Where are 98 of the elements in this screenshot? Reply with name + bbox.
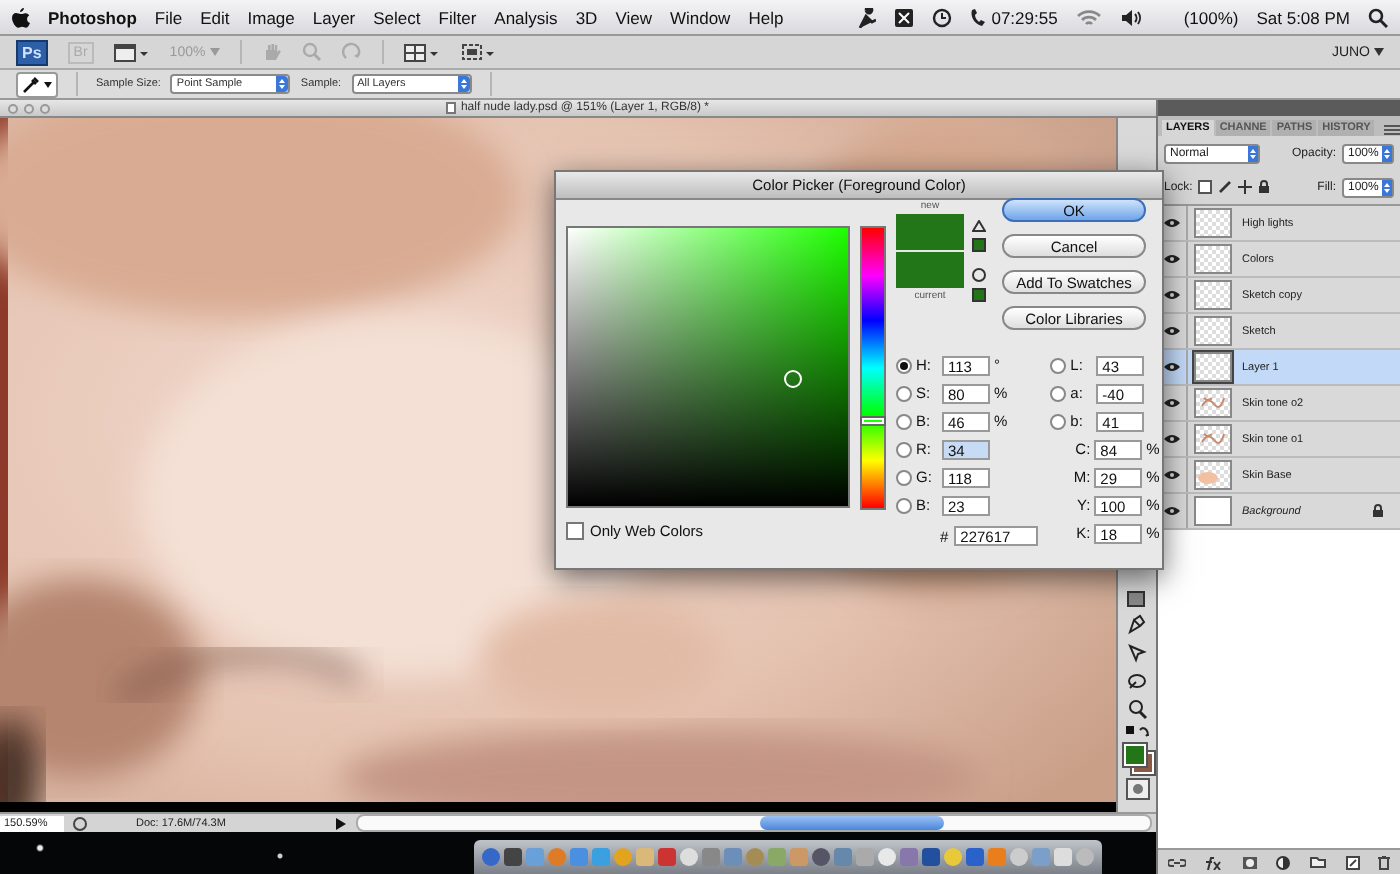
link-icon[interactable] xyxy=(1167,857,1186,867)
screen-mode-icon[interactable] xyxy=(113,42,150,62)
folder-icon[interactable] xyxy=(1310,856,1327,868)
eye-icon[interactable] xyxy=(1164,506,1180,516)
pen-tool-icon[interactable] xyxy=(1126,614,1148,636)
layer-thumbnail xyxy=(1194,460,1232,490)
layer-thumbnail xyxy=(1194,280,1232,310)
layer-thumbnail xyxy=(1194,244,1232,274)
radio-button[interactable] xyxy=(1050,413,1067,429)
adjustment-icon[interactable] xyxy=(1276,855,1291,869)
dropdown-arrow-icon[interactable] xyxy=(1382,145,1392,161)
layer-thumbnail xyxy=(1194,352,1232,382)
radio-button[interactable] xyxy=(1050,385,1067,401)
dropdown-arrow-icon[interactable] xyxy=(1382,179,1392,195)
eye-icon[interactable] xyxy=(1164,362,1180,372)
hue-slider[interactable] xyxy=(860,226,886,510)
menu-item[interactable]: Edit xyxy=(200,7,230,27)
layer-thumbnail xyxy=(1194,208,1232,238)
clock: 07:29:55 xyxy=(991,7,1058,27)
panel-menu-icon[interactable] xyxy=(1384,124,1400,136)
refresh-icon[interactable] xyxy=(72,815,88,831)
trash-icon[interactable] xyxy=(1378,855,1391,869)
path-selection-icon[interactable] xyxy=(1126,642,1148,664)
web-safe-icon[interactable] xyxy=(972,268,986,282)
new-color-swatch xyxy=(896,214,964,250)
radio-button[interactable] xyxy=(896,441,912,457)
menu-item[interactable]: Filter xyxy=(438,7,477,27)
wifi-icon[interactable] xyxy=(1075,7,1102,27)
menu-item[interactable]: 3D xyxy=(575,7,598,27)
eye-icon[interactable] xyxy=(1164,218,1180,228)
document-icon xyxy=(446,102,457,114)
dropdown-arrow-icon[interactable] xyxy=(1248,145,1258,161)
fx-icon[interactable] xyxy=(1204,855,1223,869)
lock-move-icon[interactable] xyxy=(1238,180,1253,194)
eye-icon[interactable] xyxy=(1164,470,1180,480)
checkbox[interactable] xyxy=(566,522,584,540)
quick-mask-icon[interactable] xyxy=(1125,778,1149,800)
web-color-swatch[interactable] xyxy=(972,288,986,302)
eye-icon[interactable] xyxy=(1164,398,1180,408)
color-field[interactable] xyxy=(566,226,850,508)
date-time[interactable]: Sat 5:08 PM xyxy=(1256,7,1350,27)
horizontal-scrollbar[interactable] xyxy=(356,814,1152,832)
menu-item[interactable]: File xyxy=(154,7,183,27)
current-color-swatch[interactable] xyxy=(896,252,964,288)
menu-item[interactable]: Layer xyxy=(312,7,356,27)
ps-logo[interactable]: Ps xyxy=(16,39,48,65)
caret-icon[interactable] xyxy=(1374,48,1384,56)
color-selector[interactable] xyxy=(784,370,802,389)
eye-icon[interactable] xyxy=(1164,326,1180,336)
apple-icon[interactable] xyxy=(12,7,30,27)
tool-preset-picker[interactable] xyxy=(16,71,58,97)
time-machine-icon[interactable] xyxy=(931,7,952,27)
dropdown-arrow-icon[interactable] xyxy=(457,76,470,92)
warning-icon[interactable] xyxy=(972,220,986,232)
lock-brush-icon[interactable] xyxy=(1218,180,1233,194)
rotate-tool-icon[interactable] xyxy=(1126,670,1148,692)
lock-all-icon[interactable] xyxy=(1258,180,1271,194)
zoom-tool-icon[interactable] xyxy=(1126,698,1148,720)
screen-layout-icon[interactable] xyxy=(459,42,496,62)
eye-icon[interactable] xyxy=(1164,434,1180,444)
layer-thumbnail xyxy=(1194,388,1232,418)
play-arrow-icon[interactable] xyxy=(334,815,348,831)
lock-transparency-icon[interactable] xyxy=(1198,180,1213,194)
hue-slider-handle[interactable] xyxy=(862,417,884,424)
phone-icon[interactable] xyxy=(969,7,986,27)
figure-icon[interactable] xyxy=(857,7,876,27)
new-layer-icon[interactable] xyxy=(1345,855,1360,869)
menu-item[interactable]: View xyxy=(615,7,652,27)
radio-button[interactable] xyxy=(896,497,912,513)
radio-button[interactable] xyxy=(896,469,912,485)
radio-button[interactable] xyxy=(896,385,912,401)
eyedropper-icon xyxy=(22,75,40,93)
radio-button[interactable] xyxy=(896,357,912,373)
gamut-color-swatch[interactable] xyxy=(972,238,986,252)
mask-icon[interactable] xyxy=(1241,855,1258,869)
eye-icon[interactable] xyxy=(1164,254,1180,264)
menu-item[interactable]: Analysis xyxy=(494,7,558,27)
app-name[interactable]: Photoshop xyxy=(48,7,137,27)
menu-item[interactable]: Help xyxy=(748,7,784,27)
search-icon[interactable] xyxy=(1368,7,1388,27)
layer-thumbnail xyxy=(1194,424,1232,454)
shape-tool-icon[interactable] xyxy=(1126,590,1148,608)
menu-item[interactable]: Select xyxy=(373,7,421,27)
radio-button[interactable] xyxy=(1050,357,1067,373)
battery-status[interactable]: (100%) xyxy=(1183,7,1239,27)
app-status-icon[interactable] xyxy=(893,7,914,27)
dropdown-arrow-icon[interactable] xyxy=(276,76,289,92)
arrange-icon[interactable] xyxy=(403,42,440,62)
menu-item[interactable]: Image xyxy=(247,7,295,27)
caret-icon[interactable] xyxy=(44,80,52,88)
default-colors-icon[interactable] xyxy=(1125,726,1149,738)
layer-thumbnail xyxy=(1194,496,1232,526)
radio-button[interactable] xyxy=(896,413,912,429)
menu-item[interactable]: Window xyxy=(669,7,731,27)
eye-icon[interactable] xyxy=(1164,290,1180,300)
layer-thumbnail xyxy=(1194,316,1232,346)
color-swatches[interactable] xyxy=(1123,744,1151,772)
volume-icon[interactable] xyxy=(1119,7,1142,27)
